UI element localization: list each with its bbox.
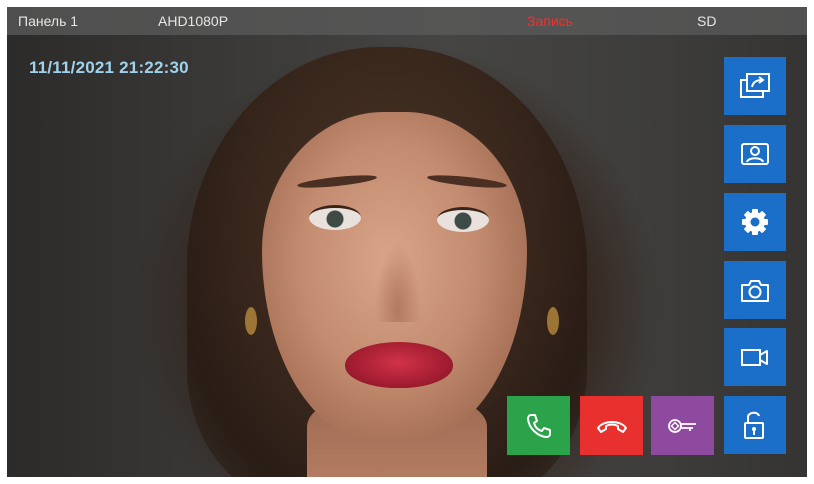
snapshot-button[interactable] xyxy=(724,261,786,319)
video-feed-lips xyxy=(345,342,453,388)
video-feed-earring-left xyxy=(245,307,257,335)
key-icon xyxy=(667,418,696,433)
gear-icon xyxy=(742,209,768,235)
video-feed-eye-left xyxy=(309,205,361,230)
settings-button[interactable] xyxy=(724,193,786,251)
answer-call-button[interactable] xyxy=(507,396,570,455)
unlock-door-button[interactable] xyxy=(724,396,786,454)
unlock-icon xyxy=(744,411,764,439)
video-feed-eye-right xyxy=(437,207,489,232)
panel-label: Панель 1 xyxy=(18,13,79,29)
intercom-screen: Панель 1 AHD1080P Запись SD 11/11/2021 2… xyxy=(7,7,807,477)
camera-format-label: AHD1080P xyxy=(158,13,229,29)
key-button[interactable] xyxy=(651,396,714,455)
phone-answer-icon xyxy=(526,413,551,438)
switch-screen-button[interactable] xyxy=(724,57,786,115)
datetime-overlay: 11/11/2021 21:22:30 xyxy=(29,58,189,77)
contact-photo-button[interactable] xyxy=(724,125,786,183)
video-feed-earring-right xyxy=(547,307,559,335)
recording-indicator: Запись xyxy=(527,13,573,29)
storage-indicator: SD xyxy=(697,13,717,29)
phone-hangup-icon xyxy=(596,420,627,433)
video-feed-nose xyxy=(375,242,421,322)
record-video-button[interactable] xyxy=(724,328,786,386)
status-bar: Панель 1 AHD1080P Запись SD xyxy=(7,7,807,35)
hang-up-button[interactable] xyxy=(580,396,643,455)
contact-photo-icon xyxy=(741,143,769,165)
camera-icon xyxy=(741,280,769,302)
switch-screen-icon xyxy=(740,73,770,98)
video-camera-icon xyxy=(741,349,768,366)
